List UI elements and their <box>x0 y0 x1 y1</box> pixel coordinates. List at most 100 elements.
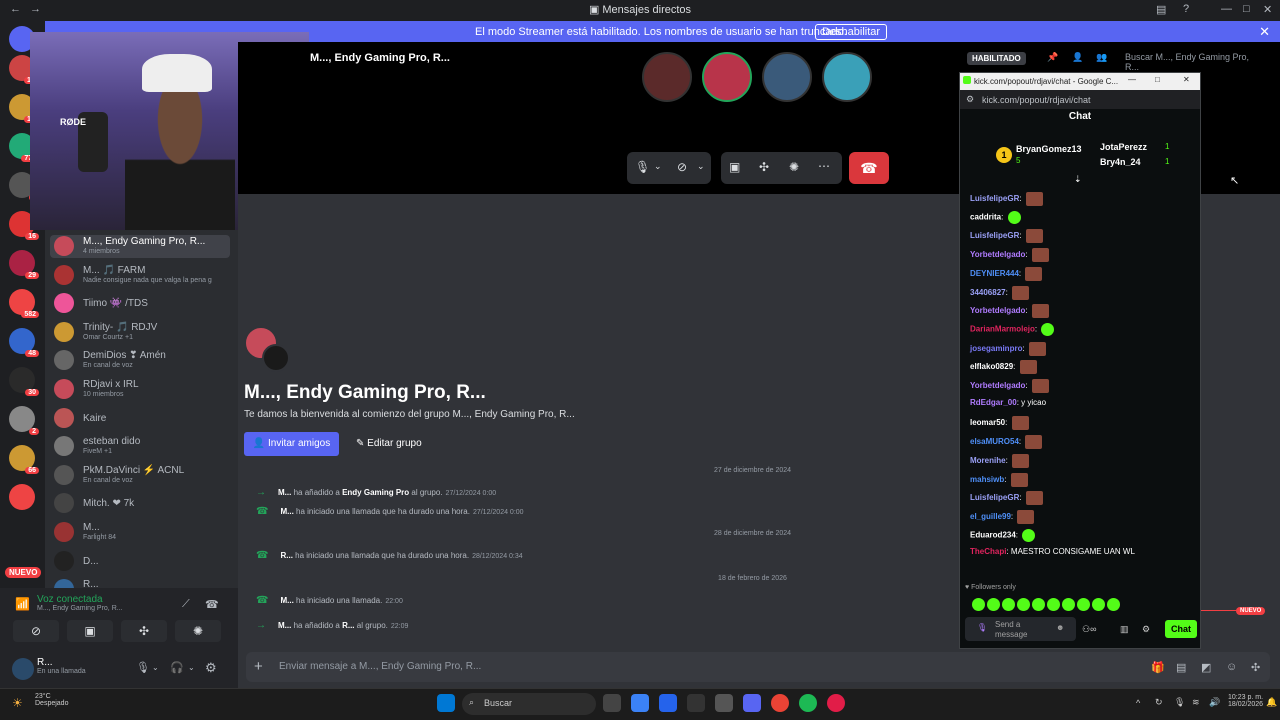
tray-chevron-icon[interactable]: ^ <box>1136 698 1140 708</box>
close-banner-icon[interactable]: ✕ <box>1259 24 1270 40</box>
windows-start-icon[interactable] <box>437 694 455 712</box>
call-participant-avatar[interactable] <box>642 52 692 102</box>
chat-username[interactable]: DarianMarmolejo <box>970 325 1035 334</box>
message-target[interactable]: R... <box>342 621 354 630</box>
message-actor[interactable]: M... <box>278 488 291 497</box>
server-icon[interactable]: 30 <box>9 367 39 396</box>
spotify-icon[interactable] <box>799 694 817 712</box>
headphones-icon[interactable]: 🎧 <box>170 661 184 674</box>
chevron-down-icon[interactable]: ⌄ <box>152 663 159 672</box>
dm-item[interactable]: D... <box>50 550 230 573</box>
emoji-icon[interactable]: ☻ <box>1056 623 1064 632</box>
server-icon[interactable] <box>9 484 35 510</box>
microphone-icon[interactable]: 🎙 <box>1174 697 1185 708</box>
call-participant-avatar[interactable] <box>822 52 872 102</box>
discord-icon[interactable] <box>743 694 761 712</box>
message-actor[interactable]: M... <box>280 596 293 605</box>
sticker-icon[interactable]: ◩ <box>1201 661 1211 674</box>
server-icon[interactable]: 582 <box>9 289 39 318</box>
close-icon[interactable]: ✕ <box>1263 3 1272 16</box>
capcut-icon[interactable] <box>687 694 705 712</box>
minimize-icon[interactable]: — <box>1221 3 1232 15</box>
emote-icon[interactable] <box>972 598 985 612</box>
dm-item[interactable]: Tiimo 👾 /TDS <box>50 292 230 315</box>
chat-send-button[interactable]: Chat <box>1165 620 1197 638</box>
emote-icon[interactable] <box>987 598 1000 612</box>
task-view-icon[interactable] <box>603 694 621 712</box>
search-input[interactable]: Buscar M..., Endy Gaming Pro, R... <box>1120 50 1270 72</box>
gifter-name[interactable]: JotaPerezz <box>1100 142 1147 152</box>
message-actor[interactable]: M... <box>280 507 293 516</box>
soundboard-button[interactable]: ✺ <box>175 620 221 642</box>
app-icon[interactable] <box>827 694 845 712</box>
system-clock[interactable]: 10:23 p. m. 18/02/2026 <box>1228 694 1263 708</box>
site-info-icon[interactable]: ⚙ <box>966 94 974 105</box>
dm-item[interactable]: M... 🎵 FARM Nadie consigue nada que valga… <box>50 264 230 287</box>
dm-item[interactable]: esteban dido FiveM +1 <box>50 435 230 458</box>
hangup-button[interactable]: ☎ <box>849 152 889 184</box>
server-icon[interactable]: 2 <box>9 406 39 435</box>
disconnect-icon[interactable]: ☎ <box>205 598 219 611</box>
gift-icon[interactable]: ▥ <box>1120 624 1129 635</box>
notification-icon[interactable]: 🔔 <box>1266 697 1277 708</box>
chat-username[interactable]: elflako0829 <box>970 362 1013 371</box>
microphone-icon[interactable]: 🎙 <box>136 661 150 674</box>
minimize-icon[interactable]: — <box>1128 75 1136 84</box>
dm-item[interactable]: Trinity- 🎵 RDJV Omar Courtz +1 <box>50 321 230 344</box>
chat-username[interactable]: 34406827 <box>970 288 1006 297</box>
emote-icon[interactable] <box>1032 598 1045 612</box>
edit-group-button[interactable]: ✎ Editar grupo <box>350 432 428 456</box>
emote-icon[interactable] <box>1077 598 1090 612</box>
pin-icon[interactable]: 📌 <box>1047 52 1058 63</box>
camera-off-icon[interactable]: ⊘ <box>677 160 687 174</box>
inbox-icon[interactable]: ▤ <box>1156 3 1166 16</box>
message-actor[interactable]: M... <box>278 621 291 630</box>
server-icon[interactable]: 29 <box>9 250 39 279</box>
chevron-down-icon[interactable]: ⌄ <box>697 161 705 172</box>
chat-username[interactable]: RdEdgar_00 <box>970 398 1017 407</box>
add-attachment-icon[interactable]: + <box>254 658 263 675</box>
chat-username[interactable]: mahsiwb <box>970 475 1004 484</box>
dm-item[interactable]: Kaire <box>50 407 230 430</box>
users-icon[interactable]: ⚇∞ <box>1082 624 1096 635</box>
maximize-icon[interactable]: □ <box>1243 3 1250 15</box>
send-message-input[interactable]: 🎙 Send a message ☻ <box>965 617 1076 641</box>
emote-icon[interactable] <box>1047 598 1060 612</box>
invite-friends-button[interactable]: 👤 Invitar amigos <box>244 432 339 456</box>
call-participant-avatar[interactable] <box>762 52 812 102</box>
chat-username[interactable]: Yorbetdelgado <box>970 250 1025 259</box>
members-icon[interactable]: 👥 <box>1096 52 1107 63</box>
message-input[interactable]: Enviar mensaje a M..., Endy Gaming Pro, … <box>279 661 481 672</box>
gif-icon[interactable]: ▤ <box>1176 661 1186 674</box>
chat-username[interactable]: elsaMURO54 <box>970 437 1019 446</box>
message-actor[interactable]: R... <box>280 551 292 560</box>
dm-item[interactable]: Mitch. ❤ 7k <box>50 492 230 515</box>
app-icon[interactable] <box>715 694 733 712</box>
voice-connected-title[interactable]: Voz conectada <box>37 594 103 605</box>
gifter-name[interactable]: Bry4n_24 <box>1100 157 1141 167</box>
screen-share-button[interactable]: ▣ <box>67 620 113 642</box>
chat-username[interactable]: LuisfelipeGR <box>970 232 1019 241</box>
dm-item[interactable]: RDjavi x IRL 10 miembros <box>50 378 230 401</box>
copilot-icon[interactable] <box>631 694 649 712</box>
screen-share-icon[interactable]: ▣ <box>729 160 740 174</box>
add-friend-icon[interactable]: 👤 <box>1072 52 1083 63</box>
chat-username[interactable]: LuisfelipeGR <box>970 493 1019 502</box>
soundboard-icon[interactable]: ✺ <box>789 160 799 174</box>
emote-icon[interactable] <box>1017 598 1030 612</box>
message-target[interactable]: Endy Gaming Pro <box>342 488 409 497</box>
chat-username[interactable]: TheChapi <box>970 547 1006 556</box>
microphone-icon[interactable]: 🎙 <box>635 160 650 174</box>
server-icon[interactable]: 66 <box>9 445 39 474</box>
store-icon[interactable] <box>659 694 677 712</box>
chevron-down-icon[interactable]: ⌄ <box>188 663 195 672</box>
settings-gear-icon[interactable]: ⚙ <box>205 660 217 676</box>
settings-gear-icon[interactable]: ⚙ <box>1142 624 1150 635</box>
dm-item[interactable]: M..., Endy Gaming Pro, R... 4 miembros <box>50 235 230 258</box>
collapse-chevron-icon[interactable]: ⇣ <box>1074 174 1082 185</box>
weather-widget[interactable]: 23°C Despejado <box>35 693 68 707</box>
disable-streamer-button[interactable]: Deshabilitar <box>815 24 888 40</box>
chat-username[interactable]: Eduarod234 <box>970 530 1016 539</box>
emoji-icon[interactable]: ☺ <box>1226 661 1237 673</box>
more-options-icon[interactable]: ⋯ <box>818 159 830 173</box>
